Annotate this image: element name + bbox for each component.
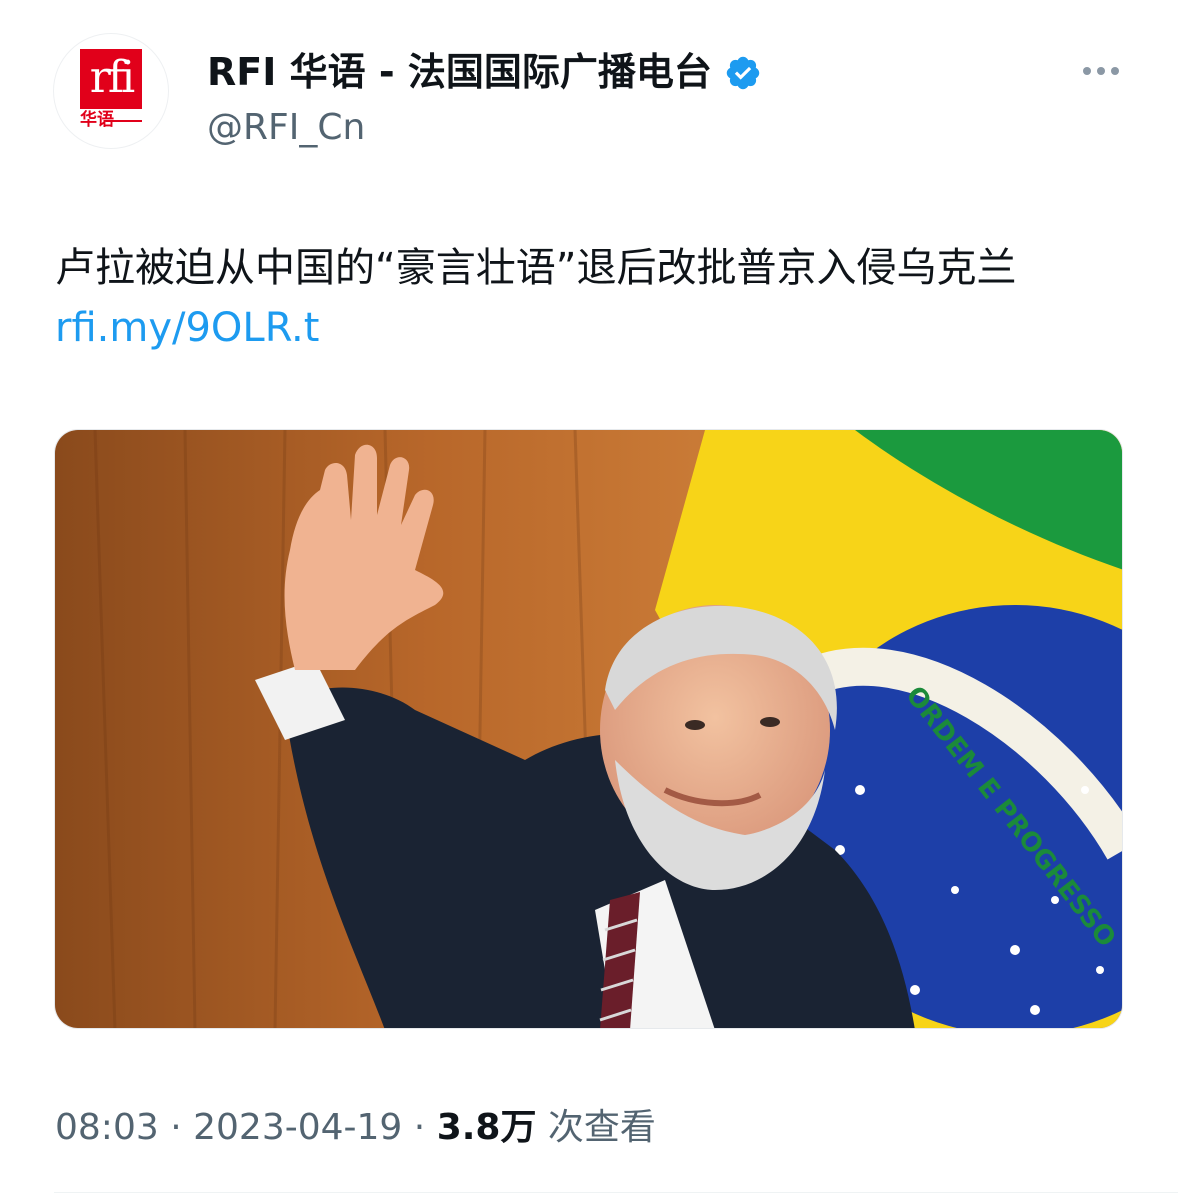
tweet-link[interactable]: rfi.my/9OLR.t (55, 305, 319, 351)
tweet-text: 卢拉被迫从中国的“豪言壮语”退后改批普京入侵乌克兰 rfi.my/9OLR.t (55, 238, 1125, 358)
more-options-button[interactable] (1080, 56, 1122, 86)
author-handle[interactable]: @RFI_Cn (207, 104, 365, 152)
rfi-logo: rfi 华语 (80, 49, 142, 133)
tweet-media-image[interactable]: ORDEM E PROGRESSO (54, 429, 1123, 1029)
rfi-logo-underline (106, 120, 142, 122)
meta-separator: · (170, 1107, 182, 1148)
views-count[interactable]: 3.8万 (437, 1107, 537, 1148)
meta-separator: · (413, 1107, 426, 1148)
more-horizontal-icon (1083, 67, 1119, 75)
divider (54, 1192, 1178, 1193)
author-avatar[interactable]: rfi 华语 (53, 33, 169, 149)
photo-lula-waving: ORDEM E PROGRESSO (55, 430, 1122, 1028)
tweet-detail: rfi 华语 RFI 华语 - 法国国际广播电台 @RFI_Cn 卢拉被迫从中国… (0, 0, 1178, 1200)
tweet-date[interactable]: 2023-04-19 (193, 1107, 402, 1148)
author-display-name-text: RFI 华语 - 法国国际广播电台 (207, 50, 712, 94)
author-display-name[interactable]: RFI 华语 - 法国国际广播电台 (207, 46, 762, 98)
tweet-body-text: 卢拉被迫从中国的“豪言壮语”退后改批普京入侵乌克兰 (55, 245, 1017, 291)
tweet-time[interactable]: 08:03 (55, 1107, 159, 1148)
views-label: 次查看 (547, 1107, 656, 1148)
rfi-logo-mark: rfi (80, 49, 142, 109)
verified-badge-icon (724, 53, 762, 91)
tweet-meta: 08:03 · 2023-04-19 · 3.8万 次查看 (55, 1100, 656, 1156)
